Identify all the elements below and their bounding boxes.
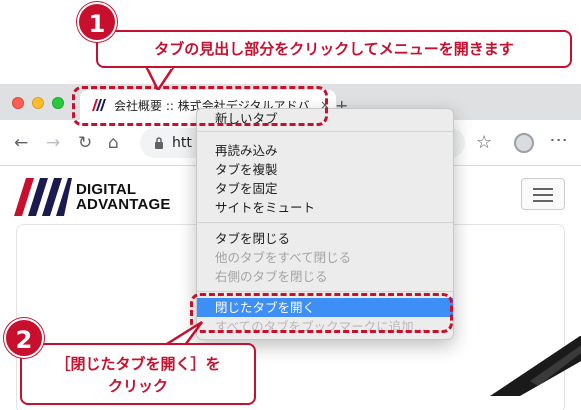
logo-line-1: DIGITAL: [76, 181, 137, 198]
logo-line-2: ADVANTAGE: [76, 196, 171, 213]
step2-callout: ［閉じたタブを開く］を クリック: [20, 343, 256, 405]
step1-callout: タブの見出し部分をクリックしてメニューを開きます: [96, 30, 572, 68]
reload-icon[interactable]: ↻: [78, 133, 92, 153]
menu-item-reload[interactable]: 再読み込み: [197, 141, 453, 160]
menu-item-mute-site[interactable]: サイトをミュート: [197, 198, 453, 217]
bookmark-star-icon[interactable]: ☆: [476, 132, 492, 153]
logo-text: DIGITAL ADVANTAGE: [76, 182, 171, 212]
zoom-window-button[interactable]: [52, 97, 64, 109]
minimize-window-button[interactable]: [32, 97, 44, 109]
menu-item-pin-tab[interactable]: タブを固定: [197, 179, 453, 198]
step2-text-line-1: ［閉じたタブを開く］を: [55, 355, 221, 373]
url-text: htt: [172, 135, 192, 151]
step2-number-badge: 2: [4, 318, 44, 358]
step2-text-line-2: クリック: [107, 377, 168, 395]
tab-highlight-outline: [72, 86, 328, 126]
menu-item-highlight-outline: [190, 293, 453, 333]
menu-separator: [197, 291, 453, 292]
product-image: [490, 336, 581, 396]
menu-item-duplicate-tab[interactable]: タブを複製: [197, 160, 453, 179]
menu-item-close-tab[interactable]: タブを閉じる: [197, 229, 453, 248]
menu-separator: [197, 222, 453, 223]
home-icon[interactable]: ⌂: [108, 133, 119, 153]
menu-item-close-tabs-right[interactable]: 右側のタブを閉じる: [197, 267, 453, 286]
browser-menu-icon[interactable]: ⋮: [548, 131, 569, 148]
callout-pointer-1: [144, 66, 176, 90]
profile-avatar-icon[interactable]: [514, 133, 534, 153]
lock-icon: [155, 137, 163, 149]
back-arrow-icon[interactable]: ←: [14, 133, 28, 153]
step1-number-badge: 1: [77, 2, 117, 42]
forward-arrow-icon[interactable]: →: [46, 133, 60, 153]
site-logo[interactable]: DIGITAL ADVANTAGE: [14, 178, 171, 216]
hamburger-menu-button[interactable]: [521, 178, 565, 210]
menu-item-close-other-tabs[interactable]: 他のタブをすべて閉じる: [197, 248, 453, 267]
logo-mark-icon: [14, 178, 72, 216]
close-window-button[interactable]: [12, 97, 24, 109]
menu-separator: [197, 131, 453, 132]
